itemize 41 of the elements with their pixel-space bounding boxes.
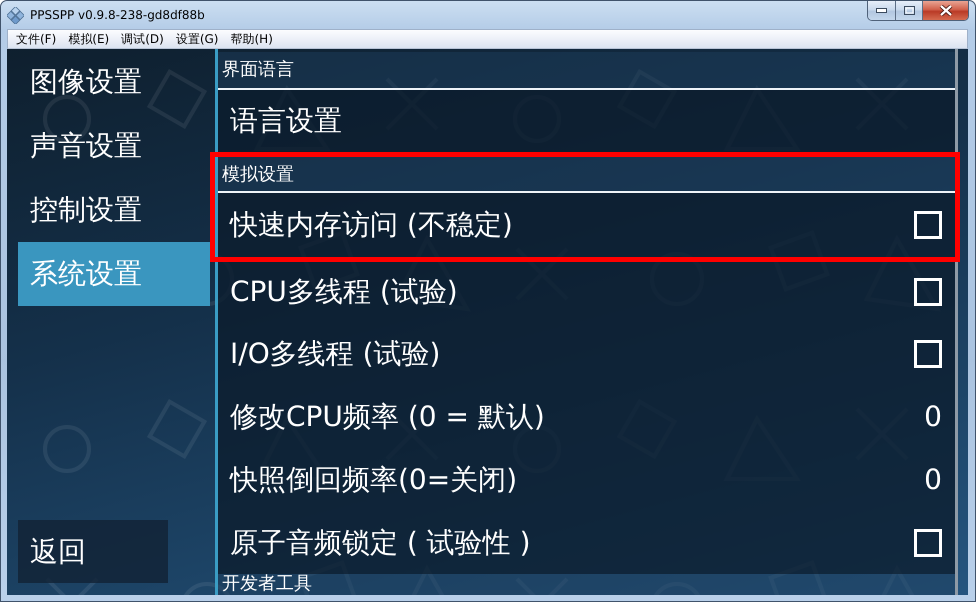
setting-label: 语言设置: [230, 104, 343, 138]
setting-label: I/O多线程 (试验): [230, 336, 442, 370]
menu-item[interactable]: 模拟(E): [62, 31, 116, 47]
setting-row[interactable]: 修改CPU频率 (0 = 默认) 0: [218, 385, 955, 448]
menu-item[interactable]: 文件(F): [10, 31, 62, 47]
checkbox[interactable]: [914, 278, 942, 306]
setting-label: 原子音频锁定 ( 试验性 ): [230, 526, 532, 560]
setting-row[interactable]: 原子音频锁定 ( 试验性 ): [218, 511, 955, 574]
setting-label: 修改CPU频率 (0 = 默认): [230, 400, 546, 434]
minimize-button[interactable]: [868, 1, 895, 20]
sidebar-item[interactable]: 图像设置: [18, 50, 210, 114]
maximize-button[interactable]: [895, 1, 922, 20]
checkbox[interactable]: [914, 211, 942, 239]
sidebar-item[interactable]: 控制设置: [18, 178, 210, 242]
sidebar-item[interactable]: 声音设置: [18, 114, 210, 178]
setting-value: 0: [924, 462, 942, 496]
setting-label: 快速内存访问 (不稳定): [230, 208, 514, 242]
setting-label: CPU多线程 (试验): [230, 275, 459, 309]
close-button[interactable]: [922, 1, 968, 20]
setting-row[interactable]: 快照倒回频率(0=关闭) 0: [218, 448, 955, 511]
section-header: 界面语言: [218, 52, 955, 90]
close-icon: [938, 5, 952, 16]
checkbox[interactable]: [914, 528, 942, 556]
menu-item[interactable]: 帮助(H): [224, 31, 279, 47]
app-icon: [7, 7, 24, 24]
setting-row[interactable]: 快速内存访问 (不稳定): [218, 193, 955, 257]
menu-item[interactable]: 调试(D): [115, 31, 170, 47]
setting-row[interactable]: I/O多线程 (试验): [218, 322, 955, 385]
menu-item[interactable]: 设置(G): [170, 31, 224, 47]
setting-label: 快照倒回频率(0=关闭): [230, 462, 518, 496]
checkbox[interactable]: [914, 340, 942, 368]
window-title: PPSSPP v0.9.8-238-gd8df88b: [30, 7, 205, 23]
setting-value: 0: [924, 400, 942, 434]
back-button[interactable]: 返回: [18, 520, 168, 583]
setting-row[interactable]: 语言设置: [218, 90, 955, 152]
scroll-bar[interactable]: [955, 49, 958, 595]
section-header: 开发者工具: [218, 574, 955, 595]
maximize-icon: [904, 6, 914, 15]
minimize-icon: [876, 8, 887, 13]
setting-row[interactable]: CPU多线程 (试验): [218, 262, 955, 322]
section-header: 模拟设置: [218, 157, 955, 193]
